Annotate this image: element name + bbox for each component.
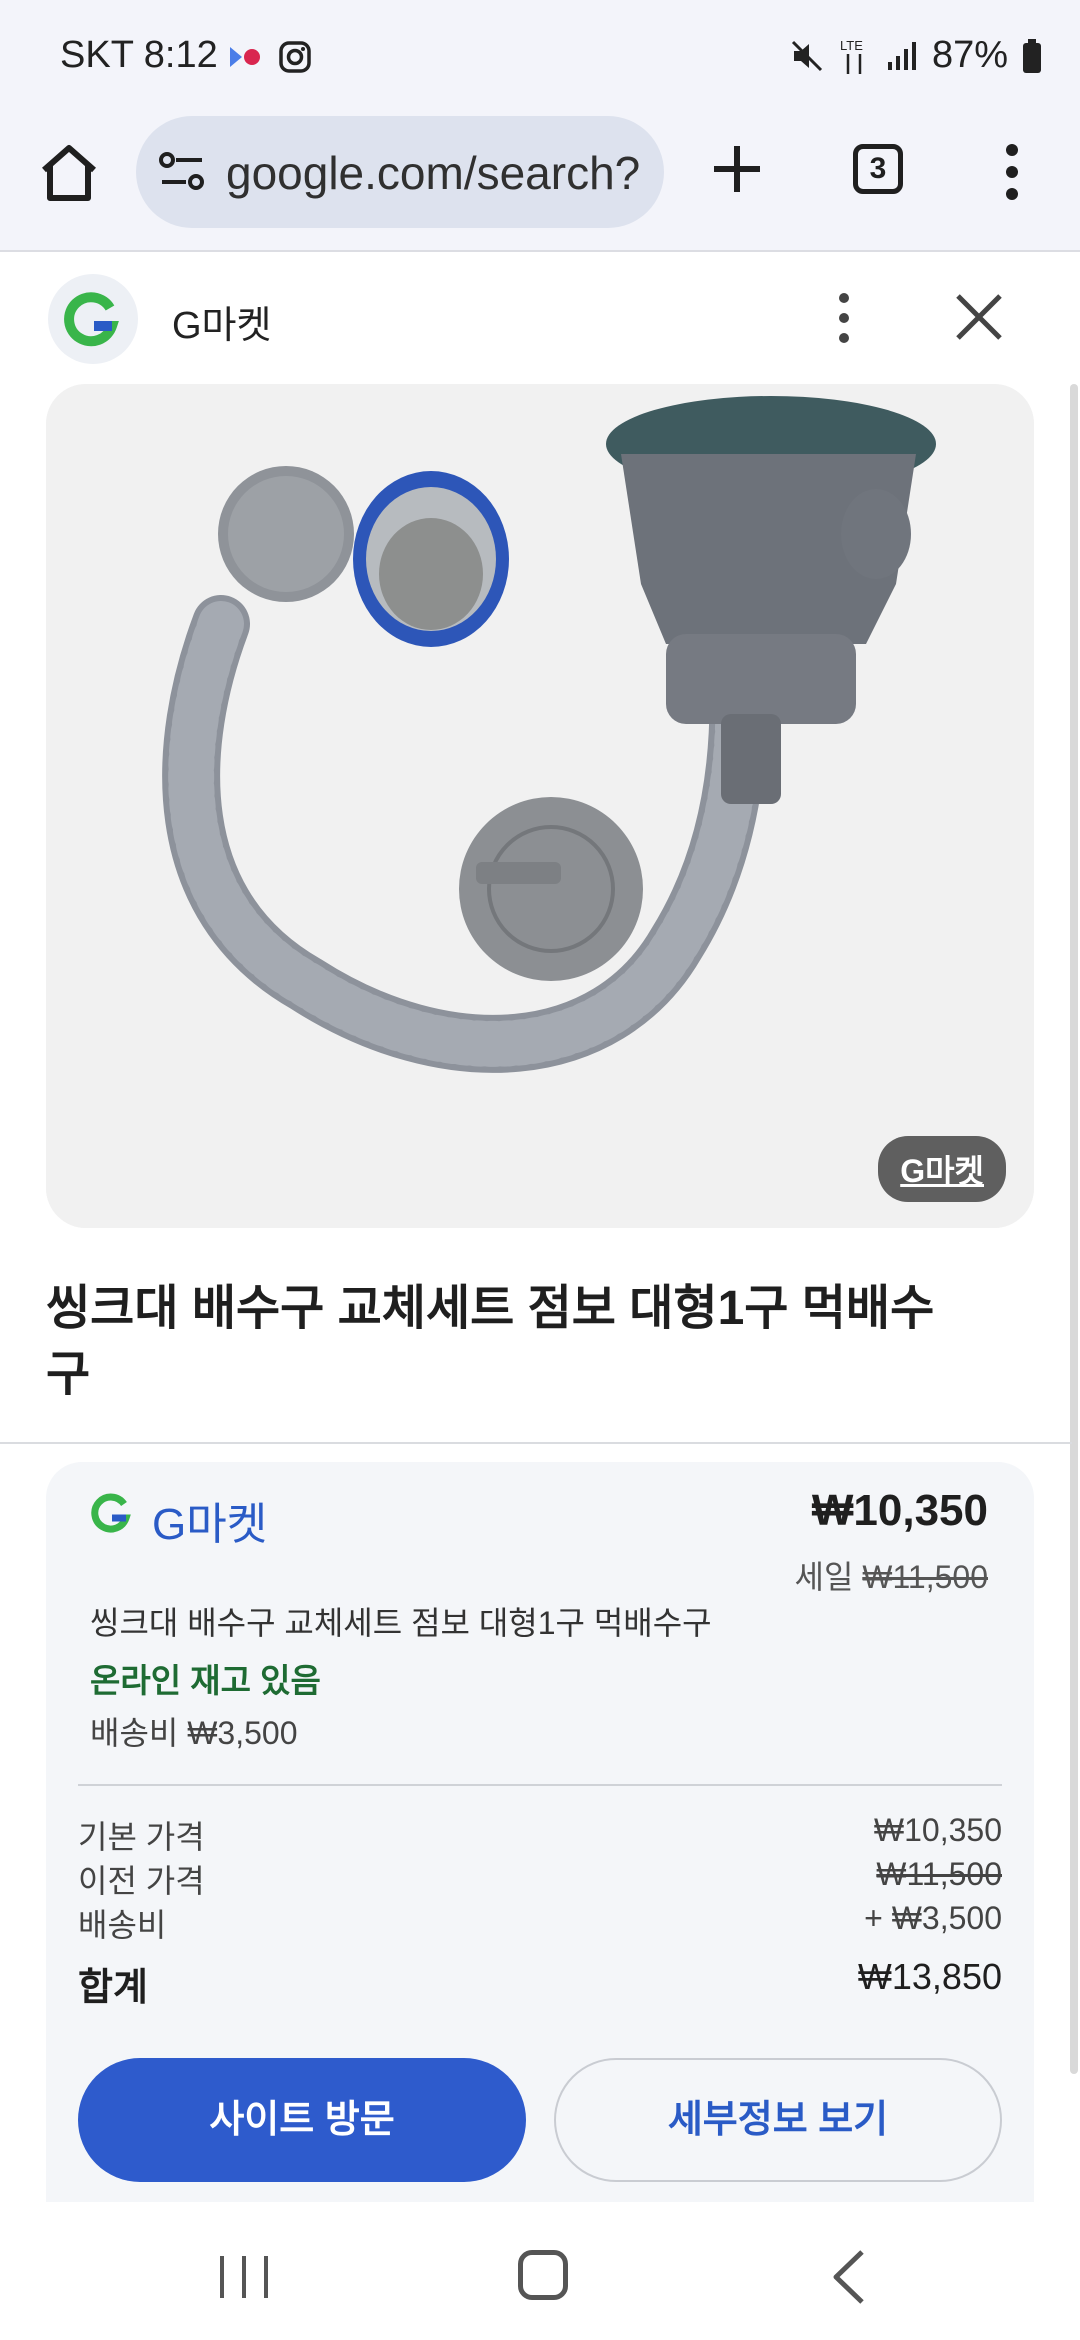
instagram-icon <box>279 41 311 73</box>
back-icon[interactable] <box>828 2248 868 2306</box>
sheet-header: G마켓 <box>0 254 1080 384</box>
menu-icon[interactable] <box>1000 142 1024 202</box>
more-icon[interactable] <box>832 290 856 346</box>
sale-label: 세일 <box>794 1559 854 1595</box>
product-title: 씽크대 배수구 교체세트 점보 대형1구 먹배수구 <box>46 1282 935 1401</box>
new-tab-icon[interactable] <box>710 142 764 196</box>
url-bar[interactable]: google.com/search? <box>136 116 664 228</box>
stock-status: 온라인 재고 있음 <box>90 1662 321 1699</box>
close-icon[interactable] <box>952 290 1006 344</box>
home-button-icon[interactable] <box>518 2250 568 2300</box>
browser-toolbar: google.com/search? 3 <box>0 112 1080 252</box>
battery-icon <box>1023 38 1041 73</box>
status-bar: SKT 8:12 LTE 87% <box>0 0 1080 112</box>
notification-icons <box>228 40 312 74</box>
view-details-button[interactable]: 세부정보 보기 <box>554 2058 1002 2182</box>
merchant-name[interactable]: G마켓 <box>152 1488 267 1552</box>
status-right: LTE 87% <box>790 34 1042 77</box>
media-dot-icon <box>230 47 260 67</box>
tabs-icon[interactable]: 3 <box>853 144 903 194</box>
lte-icon: LTE <box>840 38 863 74</box>
signal-icon <box>887 41 916 70</box>
shipping-cost: 배송비 ₩3,500 <box>90 1715 298 1751</box>
status-time: SKT 8:12 <box>60 34 218 76</box>
row-label: 배송비 <box>78 1907 167 1943</box>
original-price: ₩11,500 <box>862 1559 988 1595</box>
divider <box>78 1784 1002 1786</box>
battery-percent: 87% <box>931 34 1008 76</box>
svg-text:LTE: LTE <box>840 38 863 53</box>
image-source-badge[interactable]: G마켓 <box>878 1136 1006 1202</box>
scrollbar[interactable] <box>1070 384 1078 2074</box>
drain-set-illustration <box>46 384 1034 1228</box>
row-value: ₩10,350 <box>873 1812 1002 1848</box>
row-label: 기본 가격 <box>78 1819 205 1855</box>
offer-price: ₩10,350 <box>811 1486 988 1535</box>
offer-card: G마켓 ₩10,350 세일 ₩11,500 씽크대 배수구 교체세트 점보 대… <box>46 1462 1034 2202</box>
offer-description: 씽크대 배수구 교체세트 점보 대형1구 먹배수구 <box>90 1605 712 1641</box>
url-text[interactable]: google.com/search? <box>226 146 640 200</box>
row-value: ₩11,500 <box>876 1856 1002 1892</box>
gmarket-logo-icon <box>91 1493 131 1533</box>
site-settings-icon[interactable] <box>158 150 206 194</box>
row-value: + ₩3,500 <box>864 1900 1002 1936</box>
divider <box>0 1442 1072 1444</box>
sheet-title: G마켓 <box>172 305 272 347</box>
row-label: 이전 가격 <box>78 1863 205 1899</box>
mute-icon <box>791 40 822 71</box>
merchant-avatar <box>48 274 138 364</box>
gmarket-logo-icon <box>64 292 119 347</box>
total-label: 합계 <box>78 1967 148 2009</box>
product-image[interactable]: G마켓 <box>46 384 1034 1228</box>
sale-line: 세일 ₩11,500 <box>795 1552 988 1598</box>
visit-site-button[interactable]: 사이트 방문 <box>78 2058 526 2182</box>
home-icon[interactable] <box>36 140 102 206</box>
total-value: ₩13,850 <box>857 1956 1002 1997</box>
recent-apps-icon[interactable] <box>216 2252 272 2302</box>
system-nav-bar <box>0 2202 1080 2340</box>
tab-count: 3 <box>869 152 887 185</box>
